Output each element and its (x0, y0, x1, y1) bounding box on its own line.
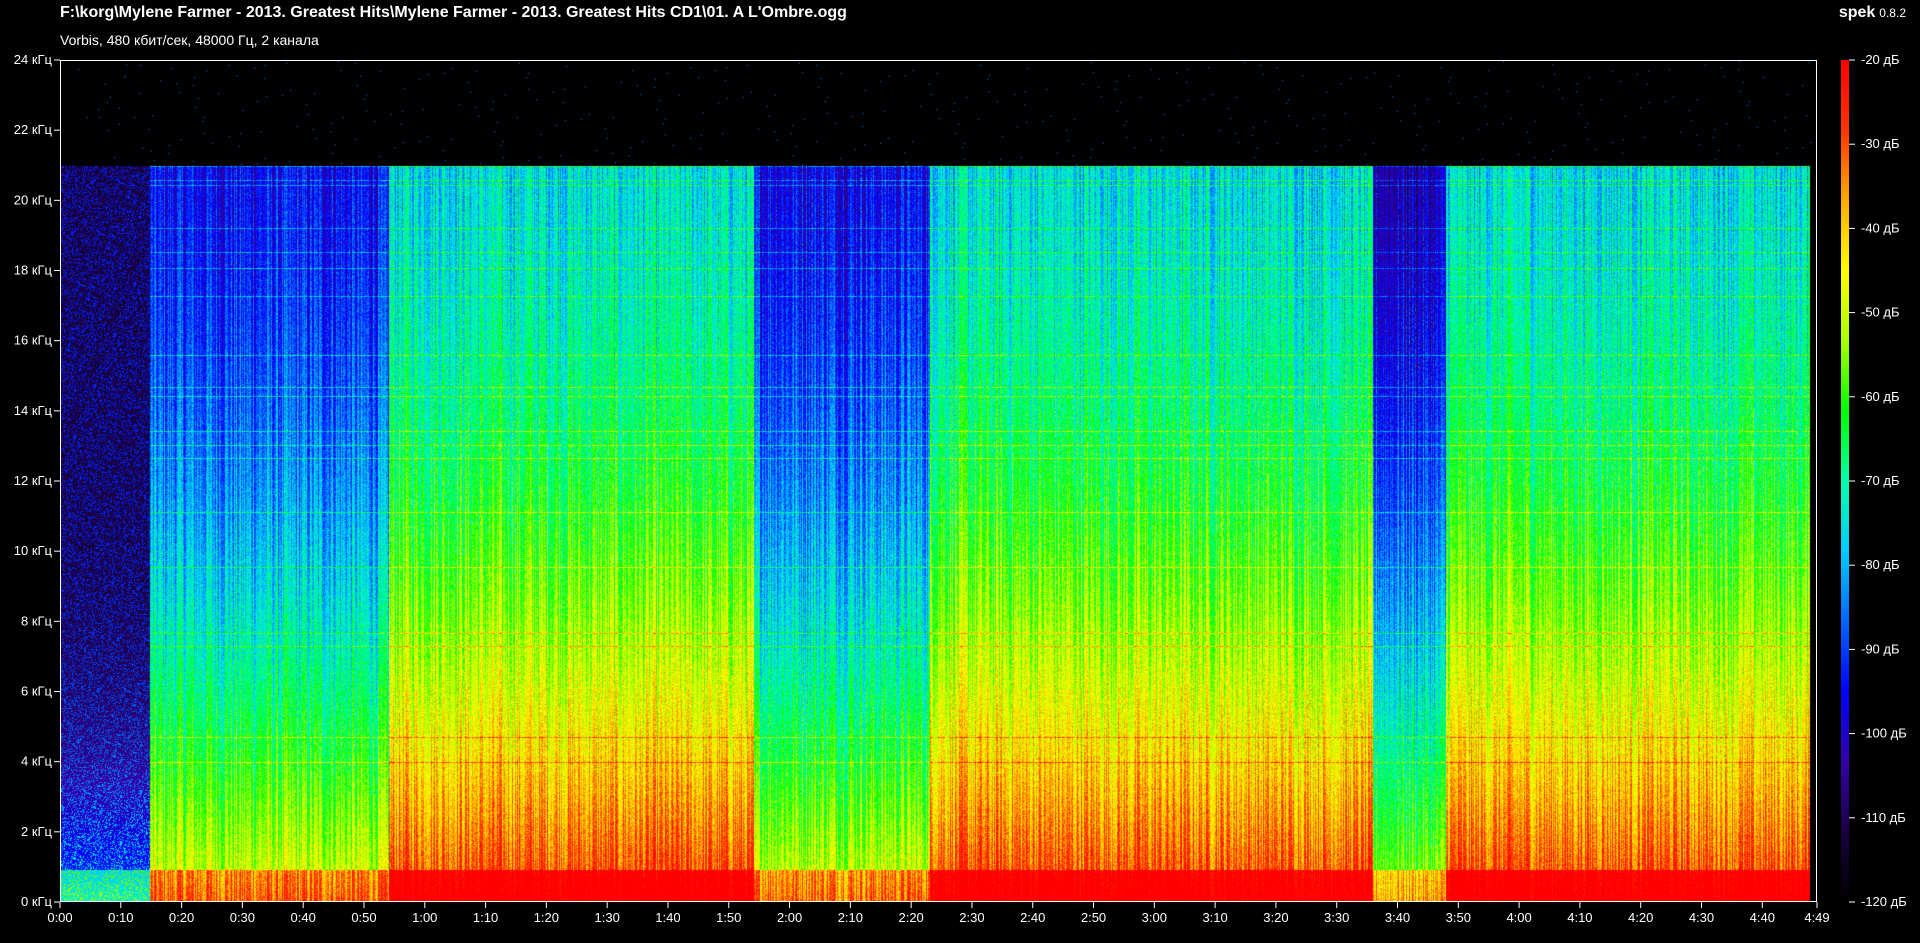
x-tick-label: 4:30 (1689, 910, 1714, 925)
colorbar-tick-label: -40 дБ (1861, 220, 1900, 235)
y-tick-label: 20 кГц (14, 192, 53, 207)
x-tick-label: 1:20 (534, 910, 559, 925)
x-tick-label: 2:40 (1020, 910, 1045, 925)
x-tick-label: 0:00 (47, 910, 72, 925)
x-tick-label: 3:50 (1446, 910, 1471, 925)
colorbar-tick-label: -110 дБ (1861, 810, 1906, 825)
x-tick-label: 3:10 (1202, 910, 1227, 925)
colorbar-tick-label: -50 дБ (1861, 305, 1900, 320)
y-tick-label: 18 кГц (14, 263, 53, 278)
x-tick-label: 0:10 (108, 910, 133, 925)
x-tick-label: 2:50 (1081, 910, 1106, 925)
colorbar-tick-label: -20 дБ (1861, 52, 1900, 67)
y-tick-label: 2 кГц (21, 824, 53, 839)
y-tick-label: 10 кГц (14, 543, 53, 558)
x-tick-label: 3:00 (1142, 910, 1167, 925)
colorbar-tick-label: -100 дБ (1861, 726, 1907, 741)
y-tick-label: 16 кГц (14, 333, 53, 348)
y-tick-label: 0 кГц (21, 894, 53, 909)
y-tick-label: 12 кГц (14, 473, 53, 488)
axes: 0:00 0:10 0:20 0:30 0:40 0:50 1:00 1:10 1:20 1:30… (14, 52, 1907, 925)
x-tick-label: 4:00 (1506, 910, 1531, 925)
x-tick-label: 3:40 (1385, 910, 1410, 925)
x-tick-label: 4:20 (1628, 910, 1653, 925)
x-tick-label: 1:50 (716, 910, 741, 925)
colorbar-tick-label: -120 дБ (1861, 894, 1907, 909)
colorbar-tick-label: -30 дБ (1861, 136, 1900, 151)
y-tick-label: 4 кГц (21, 754, 53, 769)
x-tick-label: 3:30 (1324, 910, 1349, 925)
y-tick-label: 22 кГц (14, 122, 53, 137)
y-tick-label: 8 кГц (21, 613, 53, 628)
colorbar-tick-label: -80 дБ (1861, 557, 1900, 572)
x-tick-label: 2:20 (898, 910, 923, 925)
x-tick-label: 1:40 (655, 910, 680, 925)
y-tick-label: 6 кГц (21, 684, 53, 699)
x-tick-label: 0:50 (351, 910, 376, 925)
x-tick-label: 4:10 (1567, 910, 1592, 925)
x-tick-label: 1:30 (595, 910, 620, 925)
colorbar-tick-label: -70 дБ (1861, 473, 1900, 488)
x-tick-label: 4:49 (1804, 910, 1829, 925)
x-tick-label: 1:00 (412, 910, 437, 925)
x-tick-label: 0:20 (169, 910, 194, 925)
colorbar-tick-label: -90 дБ (1861, 641, 1900, 656)
x-tick-label: 0:30 (230, 910, 255, 925)
x-tick-label: 2:10 (838, 910, 863, 925)
x-tick-label: 4:40 (1750, 910, 1775, 925)
x-tick-label: 2:00 (777, 910, 802, 925)
x-tick-label: 3:20 (1263, 910, 1288, 925)
y-tick-label: 14 кГц (14, 403, 53, 418)
x-tick-label: 1:10 (473, 910, 498, 925)
colorbar-tick-label: -60 дБ (1861, 389, 1900, 404)
x-tick-label: 0:40 (291, 910, 316, 925)
x-tick-label: 2:30 (959, 910, 984, 925)
y-tick-label: 24 кГц (14, 52, 53, 67)
